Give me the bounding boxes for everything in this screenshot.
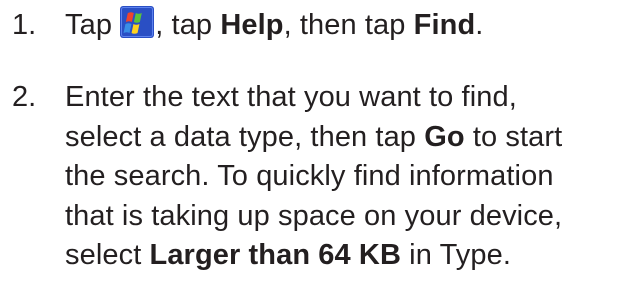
step-2-line-2-post: to start	[464, 120, 563, 153]
step-1-number: 1.	[12, 9, 37, 41]
windows-start-icon	[120, 6, 155, 38]
step-1-text: Tap , tap Help, then tap Find.	[65, 6, 640, 46]
step-2-line-2-pre: select a data type, then tap	[65, 120, 425, 153]
step-2-line-5-pre: select	[65, 239, 150, 271]
larger-than-64kb-label: Larger than 64 KB	[149, 239, 402, 271]
step-1-period: .	[475, 9, 484, 41]
instruction-steps: 1. Tap , tap Help, then tap Find. 2. Ent…	[0, 0, 640, 287]
step-1-then-tap: , then tap	[283, 9, 414, 41]
step-2-line-5: select Larger than 64 KB in Type.	[65, 236, 640, 276]
step-2-line-1: Enter the text that you want to find,	[65, 81, 517, 113]
step-2-line-5-post: in Type.	[401, 239, 512, 271]
find-label: Find	[413, 9, 476, 41]
step-2-number: 2.	[12, 81, 37, 113]
go-label: Go	[424, 120, 465, 153]
step-2-text: Enter the text that you want to find, se…	[65, 78, 640, 276]
step-2-line-2: select a data type, then tap Go to start	[65, 118, 640, 158]
help-label: Help	[220, 9, 284, 41]
step-2-line-4: that is taking up space on your device,	[65, 199, 563, 232]
step-1-after-icon: , tap	[155, 9, 221, 41]
step-1-tap: Tap	[65, 9, 113, 41]
step-2-line-3: the search. To quickly find information	[65, 160, 554, 192]
